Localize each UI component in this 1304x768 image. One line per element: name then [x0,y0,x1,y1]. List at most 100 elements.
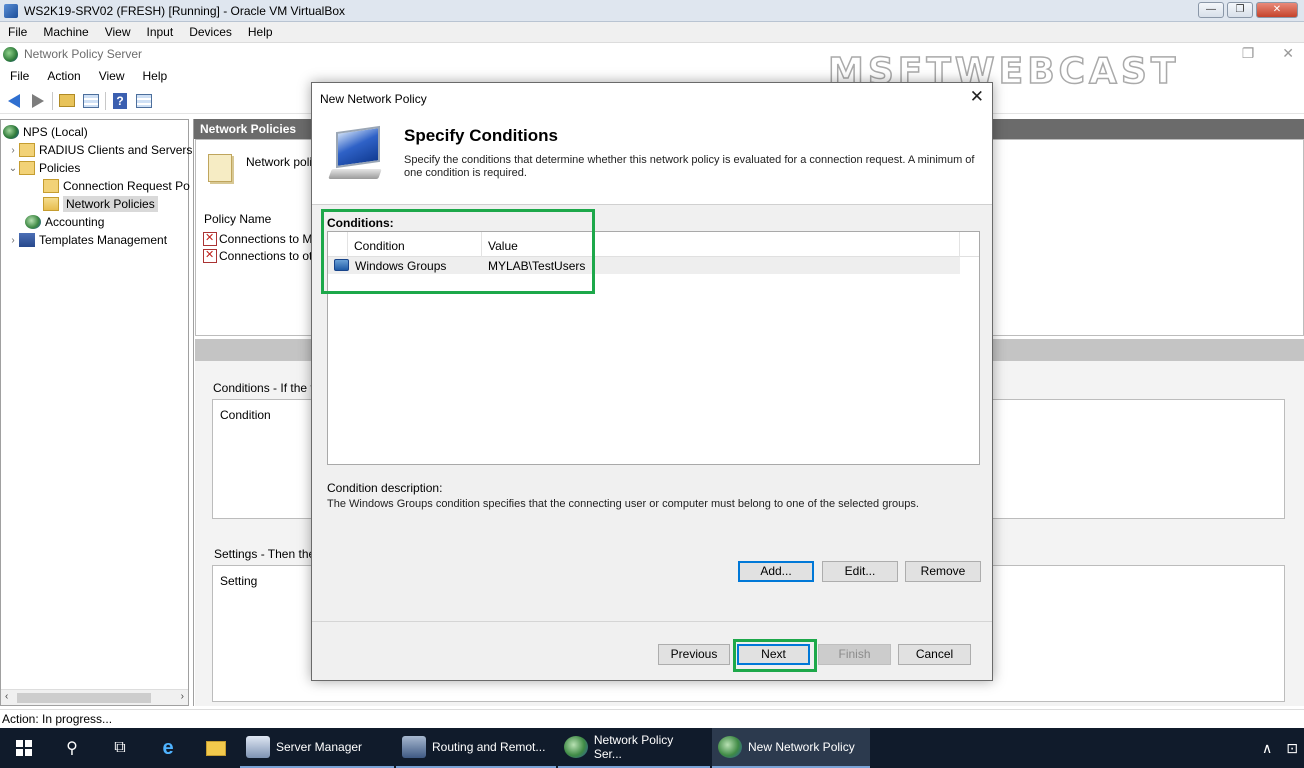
mmc-restore-button[interactable]: ❐ [1242,45,1255,62]
folder-up-icon [59,94,75,107]
vbox-close-button[interactable]: ✕ [1256,2,1298,18]
next-button-highlight-box [733,639,817,672]
previous-button[interactable]: Previous [658,644,730,665]
taskbar-app-server-manager[interactable]: Server Manager [240,728,394,768]
task-view-button[interactable]: ⧉ [96,728,144,768]
accounting-icon [25,215,41,229]
tree-item-label: Templates Management [39,233,168,247]
guest-screen: Network Policy Server ❐ ✕ MSFTWEBCAST Fi… [0,43,1304,728]
taskbar-app-label: New Network Policy [748,740,855,754]
vbox-title-bar: WS2K19-SRV02 (FRESH) [Running] - Oracle … [0,0,1304,22]
cancel-button[interactable]: Cancel [898,644,971,665]
setting-column-header: Setting [220,574,258,588]
new-network-policy-dialog: New Network Policy ✕ Specify Conditions … [311,82,993,681]
add-button[interactable]: Add... [738,561,814,582]
virtualbox-icon [4,3,18,18]
dialog-title: New Network Policy [320,92,427,106]
tree-item-network-policies[interactable]: Network Policies [43,195,158,213]
taskbar-app-label: Routing and Remot... [432,740,546,754]
chevron-right-icon[interactable]: › [7,235,19,246]
vbox-menu-help[interactable]: Help [240,25,281,39]
start-button[interactable] [0,728,48,768]
tree-item-label: Network Policies [63,196,158,212]
vbox-maximize-button[interactable]: ❐ [1227,2,1253,18]
tree-item-connection-request-policies[interactable]: Connection Request Po [43,177,190,195]
help-button[interactable]: ? [110,92,130,110]
policy-name-column-header[interactable]: Policy Name [204,212,271,226]
dialog-description: Specify the conditions that determine wh… [404,154,975,179]
globe-icon [3,125,19,139]
mmc-close-button[interactable]: ✕ [1282,45,1294,62]
chevron-down-icon[interactable]: ⌄ [7,163,19,174]
policy-disabled-icon [203,231,217,246]
windows-taskbar: ⚲ ⧉ e Server Manager Routing and Remot..… [0,728,1304,768]
edit-button[interactable]: Edit... [822,561,898,582]
tree-horizontal-scrollbar[interactable]: ‹ › [1,689,188,705]
policy-row[interactable]: Connections to Micr [203,231,326,246]
show-hide-tree-button[interactable] [81,92,101,110]
console-tree-icon [83,93,99,108]
vbox-menu-view[interactable]: View [97,25,139,39]
file-explorer-icon [206,740,226,756]
tree-item-policies[interactable]: ⌄ Policies [7,159,80,177]
forward-button[interactable] [28,92,48,110]
windows-logo-icon [16,740,32,756]
mmc-window-title: Network Policy Server [24,47,143,61]
vbox-menu-bar: File Machine View Input Devices Help [0,22,1304,43]
task-view-icon: ⧉ [114,739,126,756]
internet-explorer-icon: e [162,736,174,759]
conditions-highlight-box [321,209,595,294]
vbox-menu-input[interactable]: Input [139,25,182,39]
scroll-right-icon[interactable]: › [181,691,184,702]
properties-icon [136,93,152,108]
file-explorer-button[interactable] [192,728,240,768]
tree-item-label: RADIUS Clients and Servers [39,143,193,157]
folder-icon [19,143,35,157]
tree-item-nps-local[interactable]: NPS (Local) [3,123,88,141]
back-arrow-icon [8,93,20,108]
pane-note-text: Network polici [246,155,321,169]
taskbar-app-routing-remote-access[interactable]: Routing and Remot... [396,728,556,768]
dialog-title-bar: New Network Policy ✕ [312,83,992,113]
taskbar-app-new-network-policy[interactable]: New Network Policy [712,728,870,768]
tree-item-label: NPS (Local) [23,125,88,139]
back-button[interactable] [4,92,24,110]
folder-icon [19,161,35,175]
mmc-menu-action[interactable]: Action [37,69,88,83]
system-tray: ∧ ⊡ [1262,728,1298,768]
taskbar-app-network-policy-server[interactable]: Network Policy Ser... [558,728,710,768]
scroll-left-icon[interactable]: ‹ [5,691,8,702]
search-icon: ⚲ [66,740,78,757]
tree-item-radius-clients[interactable]: › RADIUS Clients and Servers [7,141,192,159]
internet-explorer-button[interactable]: e [144,728,192,768]
search-button[interactable]: ⚲ [48,728,96,768]
chevron-right-icon[interactable]: › [7,145,19,156]
vbox-menu-file[interactable]: File [0,25,35,39]
vbox-menu-devices[interactable]: Devices [181,25,240,39]
mmc-menu-view[interactable]: View [89,69,133,83]
tree-item-templates-management[interactable]: › Templates Management [7,231,167,249]
nps-icon [718,736,742,758]
properties-button[interactable] [134,92,154,110]
tray-chevron-icon[interactable]: ∧ [1262,740,1272,757]
dialog-close-button[interactable]: ✕ [970,87,984,107]
vbox-window-title: WS2K19-SRV02 (FRESH) [Running] - Oracle … [24,3,346,18]
policy-disabled-icon [203,248,217,263]
policy-row-label: Connections to othe [219,249,326,263]
remove-button[interactable]: Remove [905,561,981,582]
scroll-thumb[interactable] [17,693,151,703]
mmc-menu-file[interactable]: File [0,69,37,83]
vbox-menu-machine[interactable]: Machine [35,25,96,39]
vbox-minimize-button[interactable]: — [1198,2,1224,18]
toolbar-separator [105,91,106,110]
network-icon[interactable]: ⊡ [1286,740,1298,757]
tree-item-accounting[interactable]: Accounting [25,213,104,231]
condition-description-label: Condition description: [327,481,443,495]
dialog-heading: Specify Conditions [404,126,558,145]
policy-row-label: Connections to Micr [219,232,326,246]
monitor-icon [328,125,386,179]
dialog-banner: Specify Conditions Specify the condition… [312,113,992,205]
mmc-menu-help[interactable]: Help [133,69,176,83]
policy-row[interactable]: Connections to othe [203,248,326,263]
up-folder-button[interactable] [57,92,77,110]
